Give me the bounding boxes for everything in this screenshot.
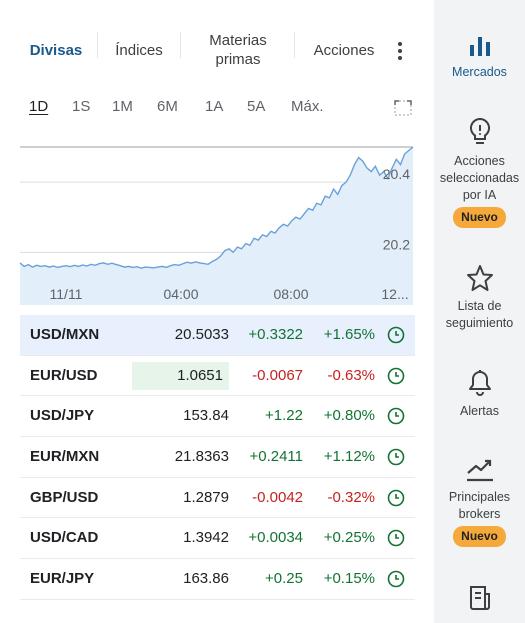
- x-tick-label: 11/11: [50, 286, 83, 302]
- change-percent: +0.25%: [323, 529, 375, 547]
- clock-icon: [387, 326, 405, 344]
- change-value: -0.0042: [252, 488, 303, 506]
- change-percent: +0.15%: [323, 570, 375, 588]
- range-max[interactable]: Máx.: [291, 98, 324, 115]
- clock-icon: [387, 448, 405, 466]
- bar-chart-icon: [469, 37, 490, 56]
- range-1s[interactable]: 1S: [72, 98, 90, 115]
- sidebar: Mercados Acciones seleccionadas por IA N…: [434, 0, 525, 623]
- tab-acciones[interactable]: Acciones: [302, 26, 386, 74]
- change-value: +1.22: [265, 407, 303, 425]
- range-6m[interactable]: 6M: [157, 98, 178, 115]
- y-tick-label: 20.4: [383, 166, 410, 182]
- range-1d[interactable]: 1D: [29, 98, 48, 115]
- trend-up-icon: [466, 459, 493, 482]
- currency-pair: USD/CAD: [30, 529, 99, 547]
- price-value: 153.84: [183, 407, 229, 425]
- price-value: 1.2879: [183, 488, 229, 506]
- clock-icon: [387, 489, 405, 507]
- price-chart[interactable]: 20.4 20.2 11/11 04:00 08:00 12...: [0, 130, 420, 310]
- clock-icon: [387, 367, 405, 384]
- new-badge: Nuevo: [453, 526, 506, 547]
- new-badge: Nuevo: [453, 207, 506, 228]
- currency-pair: EUR/MXN: [30, 448, 100, 466]
- price-value: 163.86: [183, 570, 229, 588]
- sidebar-item-noticias[interactable]: [434, 584, 525, 618]
- tab-divider: [294, 32, 295, 58]
- sidebar-item-label: Principales brokers: [448, 490, 511, 521]
- sidebar-item-label: Lista de seguimiento: [445, 299, 514, 330]
- change-value: +0.0034: [248, 529, 303, 547]
- table-row[interactable]: EUR/JPY 163.86 +0.25 +0.15%: [20, 559, 415, 600]
- x-tick-label: 04:00: [163, 286, 198, 302]
- currency-pair: EUR/USD: [30, 366, 98, 384]
- tab-divider: [97, 32, 98, 58]
- change-value: +0.25: [265, 570, 303, 588]
- y-tick-label: 20.2: [383, 236, 410, 252]
- lightbulb-icon: [469, 117, 490, 144]
- chart-area: [20, 147, 413, 305]
- range-5a[interactable]: 5A: [247, 98, 265, 115]
- clock-icon: [387, 530, 405, 547]
- rates-table: USD/MXN 20.5033 +0.3322 +1.65% EUR/USD 1.0651…: [20, 315, 415, 600]
- x-tick-label: 08:00: [273, 286, 308, 302]
- price-value: 1.3942: [183, 529, 229, 547]
- price-value: 21.8363: [174, 448, 229, 466]
- sidebar-item-brokers[interactable]: Principales brokers Nuevo: [434, 455, 525, 547]
- tab-divider: [180, 32, 181, 58]
- tab-indices[interactable]: Índices: [104, 26, 174, 74]
- price-value: 20.5033: [174, 326, 229, 343]
- vertical-dots-icon[interactable]: [390, 38, 410, 64]
- table-row[interactable]: EUR/USD 1.0651 -0.0067 -0.63%: [20, 356, 415, 397]
- change-percent: -0.32%: [327, 488, 375, 506]
- sidebar-item-label: Mercados: [452, 65, 507, 79]
- change-percent: +1.12%: [323, 448, 375, 466]
- expand-icon[interactable]: [394, 100, 412, 116]
- currency-pair: USD/MXN: [30, 326, 100, 343]
- change-percent: -0.63%: [327, 366, 375, 384]
- sidebar-item-mercados[interactable]: Mercados: [434, 34, 525, 81]
- currency-pair: GBP/USD: [30, 488, 99, 506]
- table-row[interactable]: GBP/USD 1.2879 -0.0042 -0.32%: [20, 478, 415, 519]
- sidebar-item-alertas[interactable]: Alertas: [434, 369, 525, 420]
- clock-icon: [387, 408, 405, 425]
- sidebar-item-acciones-ia[interactable]: Acciones seleccionadas por IA Nuevo: [434, 117, 525, 228]
- newspaper-icon: [469, 586, 490, 610]
- currency-pair: USD/JPY: [30, 407, 95, 425]
- table-row[interactable]: USD/JPY 153.84 +1.22 +0.80%: [20, 396, 415, 438]
- range-1m[interactable]: 1M: [112, 98, 133, 115]
- bell-icon: [468, 370, 491, 396]
- tab-divisas[interactable]: Divisas: [20, 26, 92, 74]
- currency-pair: EUR/JPY: [30, 570, 95, 588]
- sidebar-item-label: Alertas: [460, 404, 499, 418]
- change-value: +0.2411: [249, 448, 303, 466]
- range-1a[interactable]: 1A: [205, 98, 223, 115]
- x-tick-label: 12...: [381, 286, 408, 302]
- price-value: 1.0651: [132, 361, 229, 390]
- change-value: +0.3322: [248, 326, 303, 343]
- table-row[interactable]: USD/MXN 20.5033 +0.3322 +1.65%: [20, 315, 415, 356]
- star-icon: [466, 265, 493, 291]
- tab-materias-primas[interactable]: Materias primas: [190, 26, 286, 74]
- table-row[interactable]: USD/CAD 1.3942 +0.0034 +0.25%: [20, 518, 415, 560]
- change-percent: +0.80%: [323, 407, 375, 425]
- sidebar-item-label: Acciones seleccionadas por IA: [439, 154, 520, 202]
- sidebar-item-lista[interactable]: Lista de seguimiento: [434, 264, 525, 332]
- clock-icon: [387, 570, 405, 588]
- change-value: -0.0067: [252, 366, 303, 384]
- change-percent: +1.65%: [323, 326, 375, 343]
- market-tabs: Divisas Índices Materias primas Acciones: [0, 26, 420, 74]
- table-row[interactable]: EUR/MXN 21.8363 +0.2411 +1.12%: [20, 437, 415, 478]
